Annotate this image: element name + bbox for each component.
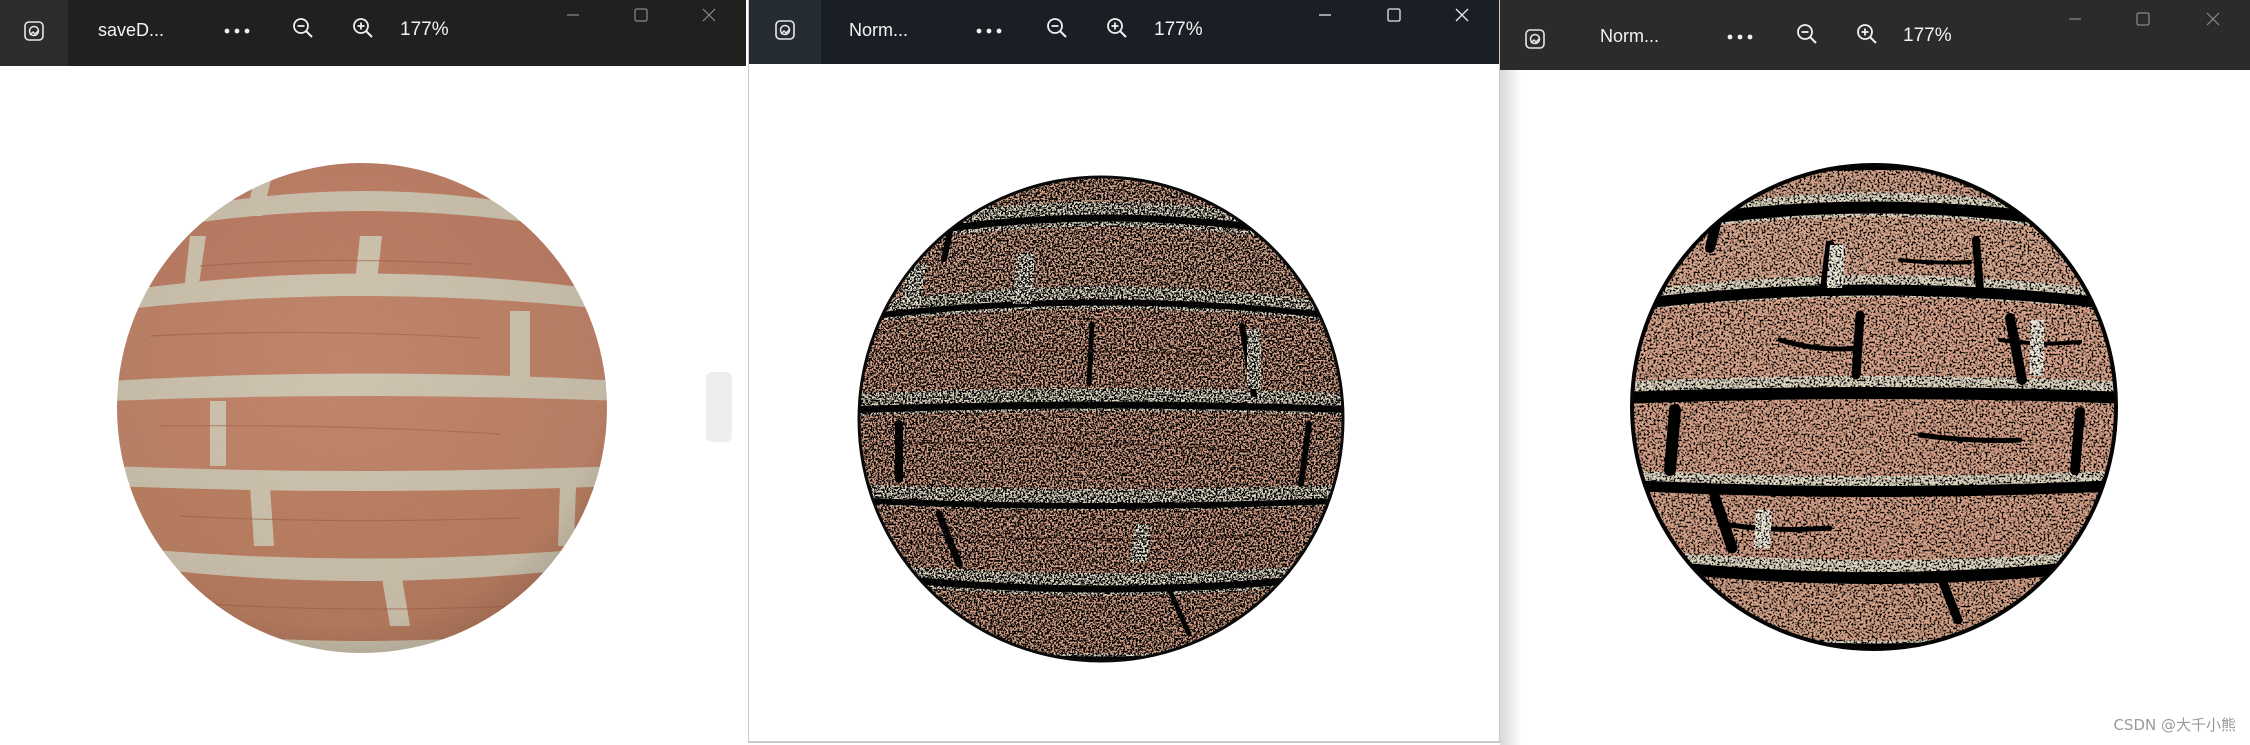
minimize-button[interactable]	[550, 0, 596, 34]
photos-app-button[interactable]	[1500, 0, 1570, 70]
brick-sphere-heavy-threshold-image	[1500, 70, 2118, 745]
zoom-out-button[interactable]	[288, 0, 318, 60]
minimize-icon	[565, 7, 581, 28]
zoom-in-icon	[351, 16, 375, 45]
minimize-button[interactable]	[2052, 4, 2098, 38]
photo-viewer-window-2: Norm... 177%	[748, 0, 1500, 743]
brick-sphere-threshold-image	[857, 175, 1345, 663]
image-canvas[interactable]	[1500, 70, 2250, 745]
maximize-button[interactable]	[2120, 4, 2166, 38]
maximize-icon	[633, 7, 649, 28]
brick-sphere-smooth-image	[117, 163, 607, 653]
close-icon	[1454, 7, 1470, 28]
window-title: Norm...	[1600, 26, 1660, 46]
zoom-in-button[interactable]	[1102, 0, 1132, 60]
maximize-button[interactable]	[618, 0, 664, 34]
zoom-level: 177%	[400, 19, 449, 40]
image-canvas[interactable]	[749, 64, 1499, 741]
close-button[interactable]	[686, 0, 732, 34]
more-options-button[interactable]	[974, 0, 1004, 60]
photo-viewer-window-1: saveD... 177%	[0, 0, 746, 745]
minimize-icon	[1317, 7, 1333, 28]
photos-app-button[interactable]	[749, 0, 821, 64]
zoom-out-icon	[291, 16, 315, 45]
watermark: CSDN @大千小熊	[2113, 716, 2236, 734]
close-icon	[2205, 11, 2221, 32]
photos-app-icon	[22, 19, 46, 48]
close-button[interactable]	[2190, 4, 2236, 38]
more-options-button[interactable]	[1725, 6, 1755, 66]
close-button[interactable]	[1439, 0, 1485, 34]
photo-viewer-window-3: Norm... 177% CSDN @大千小熊	[1500, 0, 2250, 745]
more-icon	[224, 21, 250, 39]
window-title: saveD...	[98, 20, 165, 40]
zoom-level: 177%	[1903, 25, 1952, 46]
zoom-out-icon	[1045, 16, 1069, 45]
image-canvas[interactable]	[0, 66, 746, 745]
title-bar[interactable]: saveD... 177%	[0, 0, 746, 66]
window-title: Norm...	[849, 20, 909, 40]
photos-app-icon	[773, 18, 797, 47]
zoom-out-button[interactable]	[1042, 0, 1072, 60]
close-icon	[701, 7, 717, 28]
zoom-level: 177%	[1154, 19, 1203, 40]
zoom-out-button[interactable]	[1792, 6, 1822, 66]
photos-app-button[interactable]	[0, 0, 68, 66]
scroll-handle[interactable]	[706, 372, 732, 442]
title-bar[interactable]: Norm... 177%	[1500, 0, 2250, 70]
zoom-in-button[interactable]	[348, 0, 378, 60]
maximize-button[interactable]	[1371, 0, 1417, 34]
more-icon	[976, 21, 1002, 39]
more-icon	[1727, 27, 1753, 45]
maximize-icon	[1386, 7, 1402, 28]
minimize-button[interactable]	[1302, 0, 1348, 34]
maximize-icon	[2135, 11, 2151, 32]
zoom-in-icon	[1855, 22, 1879, 51]
zoom-in-icon	[1105, 16, 1129, 45]
photos-app-icon	[1523, 27, 1547, 56]
zoom-in-button[interactable]	[1852, 6, 1882, 66]
more-options-button[interactable]	[222, 0, 252, 60]
zoom-out-icon	[1795, 22, 1819, 51]
title-bar[interactable]: Norm... 177%	[749, 0, 1499, 64]
minimize-icon	[2067, 11, 2083, 32]
